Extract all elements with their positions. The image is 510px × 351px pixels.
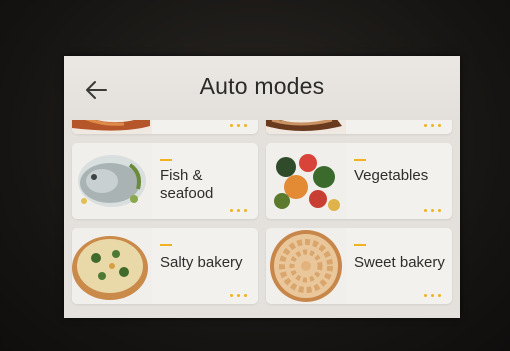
apple-tart-image [266, 228, 346, 304]
mode-tile-salty-bakery[interactable]: Salty bakery [72, 228, 258, 304]
mode-tile-fish-seafood[interactable]: Fish & seafood [72, 143, 258, 219]
mode-label: Sweet bakery [354, 254, 445, 271]
mode-label: Vegetables [354, 167, 429, 184]
more-dots-icon[interactable] [424, 209, 442, 213]
fish-image [72, 143, 152, 219]
more-dots-icon[interactable] [424, 294, 442, 298]
header-bar: Auto modes [64, 56, 460, 120]
accent-line [160, 159, 172, 161]
vegetables-image [266, 143, 346, 219]
mode-label: Salty bakery [160, 254, 243, 271]
accent-line [160, 244, 172, 246]
more-dots-icon[interactable] [424, 124, 442, 128]
page-title: Auto modes [199, 73, 325, 99]
accent-line [354, 159, 366, 161]
more-dots-icon[interactable] [230, 124, 248, 128]
mode-label: Fish & seafood [160, 167, 214, 202]
more-dots-icon[interactable] [230, 294, 248, 298]
oven-display: Fish & seafood Vegetables Salty bakery S… [64, 56, 460, 318]
mode-tile-sweet-bakery[interactable]: Sweet bakery [266, 228, 452, 304]
mode-tile-vegetables[interactable]: Vegetables [266, 143, 452, 219]
accent-line [354, 244, 366, 246]
more-dots-icon[interactable] [230, 209, 248, 213]
quiche-image [72, 228, 152, 304]
